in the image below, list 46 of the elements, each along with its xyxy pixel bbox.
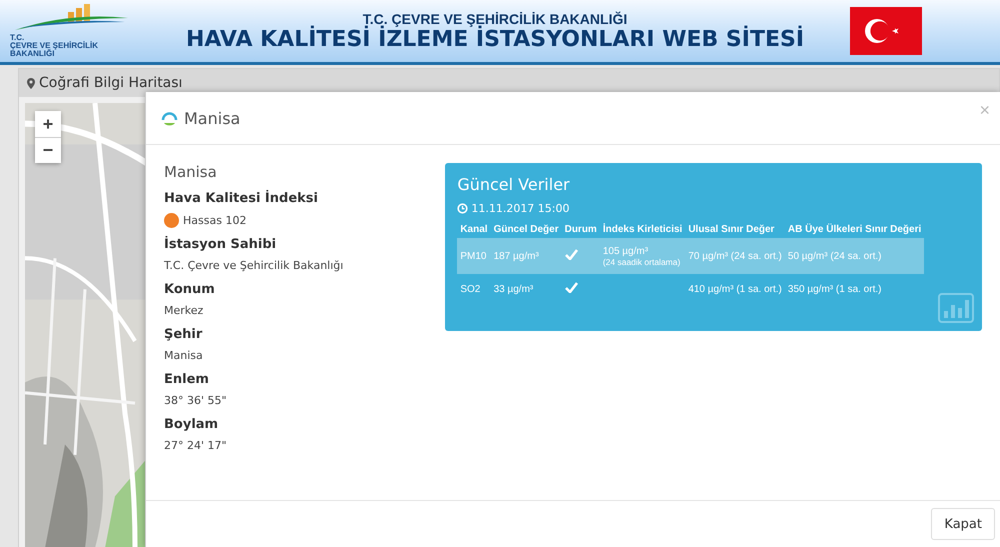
column-header: AB Üye Ülkeleri Sınır Değeri — [784, 221, 924, 238]
field-value: 38° 36' 55" — [164, 394, 228, 408]
map-pin-icon — [27, 78, 35, 88]
dialog-title: Manisa — [184, 108, 240, 128]
ministry-name: T.C. ÇEVRE VE ŞEHİRCİLİK BAKANLIĞI — [362, 10, 628, 26]
logo-text: BAKANLIĞI — [10, 50, 54, 58]
table-cell: 350 µg/m³ (1 sa. ort.) — [784, 274, 924, 304]
clock-icon — [457, 203, 468, 214]
column-header: Güncel Değer — [490, 221, 562, 238]
field-label: Şehir — [164, 326, 204, 344]
field-value: Hassas 102 — [183, 214, 246, 228]
card-title: Güncel Veriler — [457, 175, 571, 194]
table-cell: 33 µg/m³ — [490, 274, 562, 304]
field-label: Boylam — [164, 416, 220, 434]
flag-icon — [850, 7, 922, 55]
field-value: Manisa — [164, 349, 204, 363]
station-name: Manisa — [164, 163, 218, 181]
field-label: İstasyon Sahibi — [164, 236, 278, 254]
field-label: Enlem — [164, 371, 210, 389]
logo-text: ÇEVRE VE ŞEHİRCİLİK — [10, 42, 100, 50]
field-value: Merkez — [164, 304, 204, 318]
table-cell: 187 µg/m³ — [490, 238, 562, 274]
zoom-out-button[interactable]: − — [35, 137, 61, 163]
timestamp: 11.11.2017 15:00 — [471, 202, 570, 215]
chart-icon — [938, 293, 974, 323]
column-header: Ulusal Sınır Değer — [685, 221, 785, 238]
logo-text: T.C. — [10, 34, 26, 42]
field-value: 27° 24' 17" — [164, 439, 228, 453]
field-value: T.C. Çevre ve Şehircilik Bakanlığı — [164, 259, 344, 273]
zoom-in-button[interactable]: + — [35, 111, 61, 137]
table-cell: 410 µg/m³ (1 sa. ort.) — [685, 274, 785, 304]
column-header: İndeks Kirleticisi — [600, 221, 686, 238]
field-label: Hava Kalitesi İndeksi — [164, 190, 319, 208]
table-cell: SO2 — [457, 274, 491, 304]
column-header: Durum — [562, 221, 600, 238]
table-cell: 50 µg/m³ (24 sa. ort.) — [784, 238, 924, 274]
cell-note: (24 saadik ortalama) — [602, 256, 682, 266]
panel-title: Coğrafi Bilgi Haritası — [39, 75, 182, 91]
table-cell: 70 µg/m³ (24 sa. ort.) — [685, 238, 785, 274]
field-label: Konum — [164, 281, 216, 299]
station-icon — [161, 110, 178, 126]
table-cell-text: 105 µg/m³ — [602, 246, 650, 256]
table-cell: PM10 — [457, 238, 491, 274]
site-title: HAVA KALİTESİ İZLEME İSTASYONLARI WEB SİTESİ — [186, 26, 804, 52]
column-header: Kanal — [457, 221, 491, 238]
close-dialog-button[interactable]: Kapat — [931, 508, 995, 540]
